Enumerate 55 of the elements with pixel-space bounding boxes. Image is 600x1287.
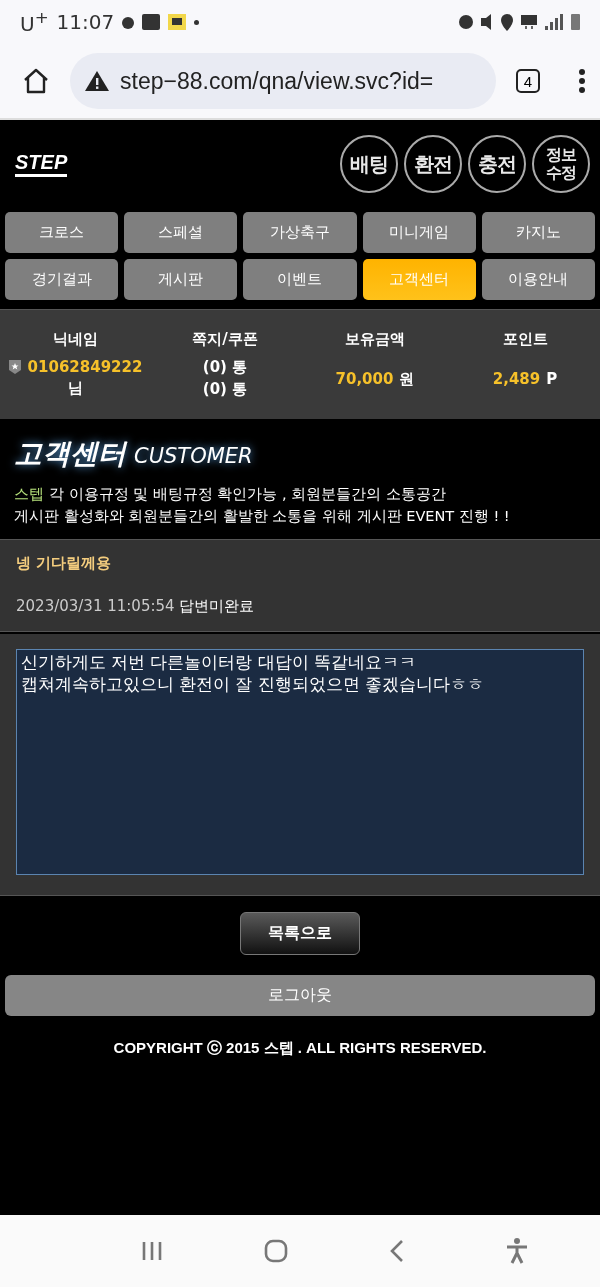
- nickname: 01062849222: [27, 358, 143, 376]
- description-text: 게시판 활성화와 회원분들간의 활발한 소통을 위해 게시판 EVENT 진행 ! !: [14, 507, 510, 526]
- recent-apps-icon[interactable]: [140, 1240, 163, 1262]
- location-icon: [501, 13, 513, 31]
- brand-name: 스텝: [14, 485, 44, 504]
- mute-icon: [481, 14, 493, 30]
- post-content-box[interactable]: 신기하게도 저번 다른놀이터랑 대답이 똑같네요ㅋㅋ 캡쳐계속하고있으니 환전이 잘 진행되었으면 좋겠습니다ㅎㅎ: [16, 649, 584, 875]
- menu-tab[interactable]: 가상축구: [243, 212, 357, 253]
- logout-button[interactable]: 로그아웃: [5, 975, 595, 1016]
- copyright-text: COPYRIGHT ⓒ 2015 스텝 . ALL RIGHTS RESERVED.: [112, 1039, 488, 1058]
- menu-tab[interactable]: 이벤트: [243, 259, 357, 300]
- column-heading: 닉네임: [52, 330, 98, 349]
- section-title: 고객센터: [14, 436, 126, 472]
- column-heading: 포인트: [502, 330, 548, 349]
- menu-tab[interactable]: 이용안내: [481, 259, 595, 300]
- circle-menu-button[interactable]: 배팅: [340, 135, 398, 193]
- circle-menu-button[interactable]: 환전: [404, 135, 462, 193]
- url-text: step−88.com/qna/view.svc?id=: [120, 67, 434, 95]
- section-subtitle: CUSTOMER: [134, 444, 253, 468]
- signal-icon: [545, 14, 563, 30]
- back-to-list-button[interactable]: 목록으로: [240, 912, 360, 955]
- accessibility-icon[interactable]: [505, 1238, 530, 1264]
- menu-tab[interactable]: 경기결과: [5, 259, 119, 300]
- menu-tab[interactable]: 카지노: [481, 212, 595, 253]
- clock: 11:07: [56, 10, 115, 34]
- menu-tab[interactable]: 미니게임: [362, 212, 476, 253]
- column-heading: 쪽지/쿠폰: [192, 330, 258, 349]
- battery-icon: [571, 14, 580, 30]
- coupon-count[interactable]: (0) 통: [202, 380, 248, 399]
- points-amount: 2,489: [492, 370, 541, 388]
- points-unit: P: [546, 370, 558, 388]
- description-text: 각 이용규정 및 배팅규정 확인가능 , 회원분들간의 소통공간: [49, 485, 446, 504]
- currency-unit: 원: [399, 370, 415, 389]
- tab-count-button[interactable]: 4: [516, 69, 540, 93]
- chat-app-icon: [168, 14, 187, 30]
- home-icon[interactable]: [22, 68, 50, 94]
- balance-amount: 70,000: [335, 370, 394, 389]
- message-count[interactable]: (0) 통: [202, 358, 248, 377]
- rank-badge-icon: [7, 359, 22, 375]
- post-date: 2023/03/31 11:05:54: [16, 597, 175, 616]
- warning-icon: [84, 70, 110, 92]
- menu-tab[interactable]: 스페셜: [124, 212, 238, 253]
- circle-menu-button[interactable]: 충전: [468, 135, 526, 193]
- nickname-suffix: 님: [67, 379, 83, 398]
- column-heading: 보유금액: [345, 330, 405, 349]
- menu-tab[interactable]: 게시판: [124, 259, 238, 300]
- menu-tab[interactable]: 크로스: [5, 212, 119, 253]
- carrier: U$^{+}$: [20, 8, 49, 36]
- answer-status: 답변미완료: [178, 597, 254, 616]
- dot-icon: [194, 19, 200, 25]
- address-bar[interactable]: step−88.com/qna/view.svc?id=: [70, 53, 496, 109]
- back-icon[interactable]: [389, 1239, 404, 1263]
- post-title: 넹 기다릴께용: [16, 554, 113, 573]
- circle-menu-button[interactable]: 정보 수정: [532, 135, 590, 193]
- more-menu-icon[interactable]: [578, 68, 586, 94]
